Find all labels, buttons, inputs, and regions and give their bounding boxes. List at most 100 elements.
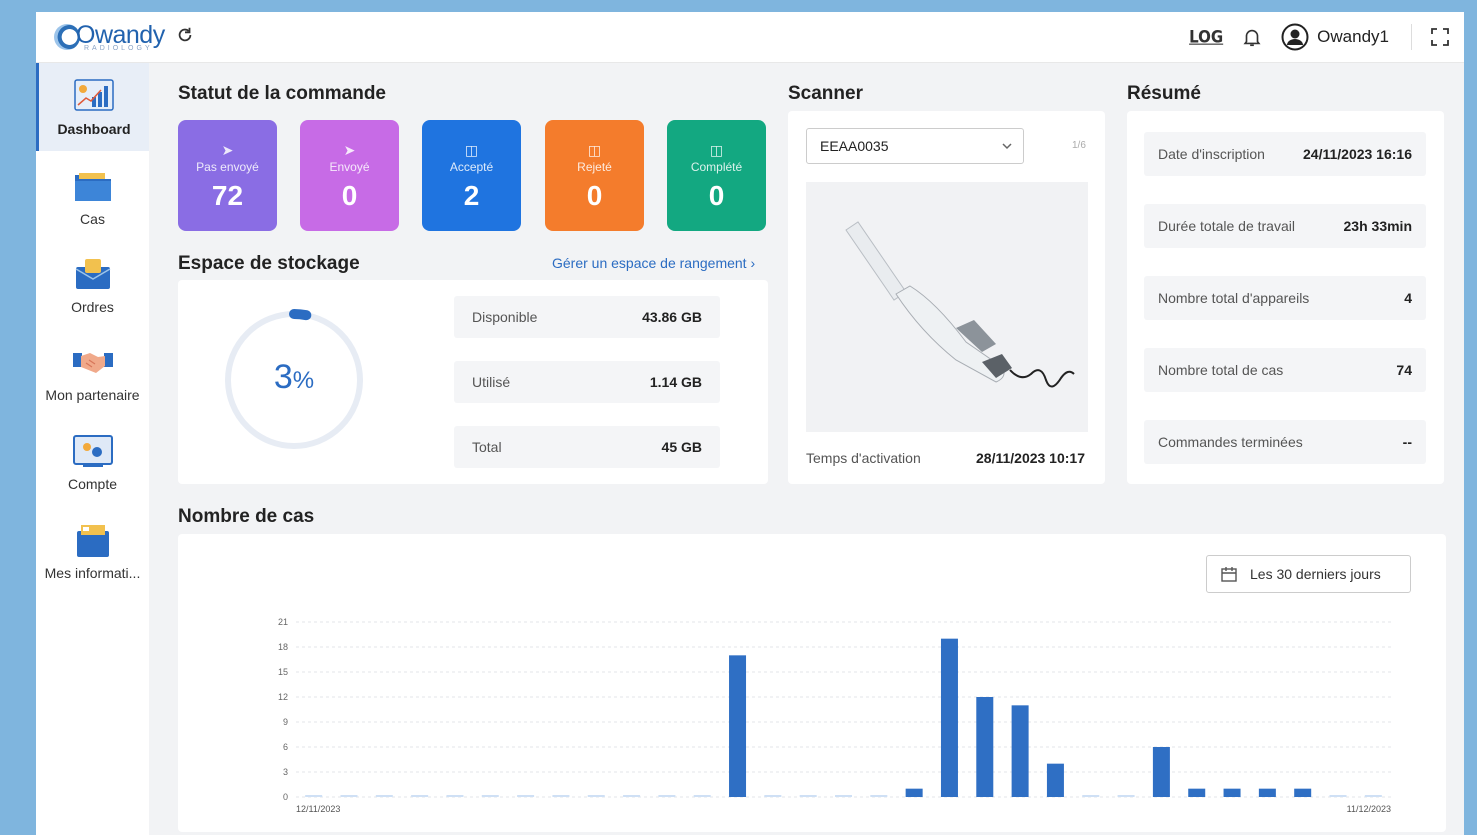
scanner-select-value: EEAA0035	[820, 138, 889, 154]
storage-row-value: 1.14 GB	[649, 374, 702, 390]
status-tile-complete[interactable]: ◫ Complété 0	[667, 120, 766, 231]
bar[interactable]	[1329, 795, 1347, 797]
y-tick-label: 9	[283, 717, 288, 727]
storage-percent-value: 3	[273, 358, 293, 396]
username[interactable]: Owandy1	[1317, 27, 1389, 47]
bar[interactable]	[799, 795, 817, 797]
storage-ring: 3%	[222, 308, 366, 452]
bar[interactable]	[1046, 763, 1064, 797]
storage-row-total: Total 45 GB	[454, 426, 720, 468]
bar[interactable]	[517, 795, 535, 797]
bar[interactable]	[623, 795, 641, 797]
status-tile-pas-envoye[interactable]: ➤ Pas envoyé 72	[178, 120, 277, 231]
status-tile-rejete[interactable]: ◫ Rejeté 0	[545, 120, 644, 231]
status-value: 0	[341, 180, 358, 211]
bar[interactable]	[1082, 795, 1100, 797]
log-icon[interactable]: LOG	[1189, 27, 1223, 47]
storage-title: Espace de stockage	[178, 253, 360, 274]
sidebar-item-label: Mon partenaire	[45, 387, 140, 403]
status-value: 2	[463, 180, 480, 211]
folder-icon	[74, 173, 111, 201]
summary-row-label: Date d'inscription	[1158, 146, 1265, 162]
fullscreen-icon[interactable]	[1430, 27, 1450, 47]
sidebar-item-label: Compte	[67, 476, 118, 492]
storage-row-label: Disponible	[472, 309, 538, 325]
inbox-icon: ◫	[464, 142, 479, 158]
sidebar-item-compte[interactable]: Compte	[36, 418, 149, 506]
storage-row-label: Total	[472, 439, 502, 455]
manage-storage-link[interactable]: Gérer un espace de rangement ›	[552, 255, 755, 271]
sidebar-item-informations[interactable]: Mes informati...	[36, 507, 149, 595]
bar[interactable]	[305, 795, 323, 797]
y-tick-label: 6	[283, 742, 288, 752]
scanner-select[interactable]: EEAA0035	[806, 128, 1024, 164]
status-value: 72	[211, 180, 244, 211]
summary-row-label: Commandes terminées	[1158, 434, 1303, 450]
account-icon	[72, 435, 113, 467]
chevron-down-icon	[1002, 143, 1012, 150]
sidebar-item-ordres[interactable]: Ordres	[36, 241, 149, 329]
y-tick-label: 12	[278, 692, 288, 702]
bar[interactable]	[976, 697, 994, 797]
summary-title: Résumé	[1127, 83, 1201, 104]
bar[interactable]	[481, 795, 499, 797]
status-label: Rejeté	[577, 160, 612, 174]
bar[interactable]	[1364, 795, 1382, 797]
bar[interactable]	[905, 788, 923, 797]
bell-icon[interactable]	[1241, 26, 1263, 48]
status-value: 0	[586, 180, 603, 211]
bar[interactable]	[1294, 788, 1312, 797]
top-bar: Owandy RADIOLOGY LOG Owandy1	[36, 12, 1464, 63]
complete-icon: ◫	[709, 142, 724, 158]
info-icon	[76, 525, 109, 557]
bar[interactable]	[1223, 788, 1241, 797]
storage-row-available: Disponible 43.86 GB	[454, 296, 720, 338]
sidebar-item-dashboard[interactable]: Dashboard	[36, 63, 149, 151]
bar[interactable]	[870, 795, 888, 797]
summary-row-value: 74	[1396, 362, 1412, 378]
bar[interactable]	[375, 795, 393, 797]
x-tick-label: 11/12/2023	[1347, 804, 1391, 814]
bar[interactable]	[446, 795, 464, 797]
status-tile-accepte[interactable]: ◫ Accepté 2	[422, 120, 521, 231]
storage-row-label: Utilisé	[472, 374, 511, 390]
bar[interactable]	[693, 795, 711, 797]
bar[interactable]	[1188, 788, 1206, 797]
sidebar-item-partenaire[interactable]: Mon partenaire	[36, 329, 149, 417]
calendar-icon	[1221, 567, 1237, 582]
bar[interactable]	[658, 795, 676, 797]
app-window: Owandy RADIOLOGY LOG Owandy1 Dashboard C…	[36, 12, 1464, 835]
bar[interactable]	[835, 795, 852, 797]
bar[interactable]	[411, 795, 429, 797]
dashboard-icon	[74, 79, 114, 111]
bar[interactable]	[1152, 747, 1170, 797]
send-icon: ➤	[221, 142, 234, 158]
status-label: Pas envoyé	[196, 160, 259, 174]
summary-row-label: Nombre total d'appareils	[1158, 290, 1310, 306]
bar[interactable]	[729, 655, 747, 797]
scanner-device-illustration	[845, 221, 1075, 388]
bar[interactable]	[764, 795, 782, 797]
refresh-icon[interactable]	[176, 26, 194, 44]
avatar-icon[interactable]	[1281, 23, 1309, 51]
bar[interactable]	[1258, 788, 1276, 797]
bar[interactable]	[940, 638, 958, 797]
bar[interactable]	[587, 795, 605, 797]
cases-bar-chart: 0 3 6 9 12 15 18 21 12/11/2023 11/12/2023	[278, 617, 1391, 814]
bar[interactable]	[1011, 705, 1029, 797]
status-tile-envoye[interactable]: ➤ Envoyé 0	[300, 120, 399, 231]
handshake-icon	[72, 353, 113, 373]
send-icon: ➤	[343, 142, 356, 158]
activation-value: 28/11/2023 10:17	[976, 450, 1085, 466]
bar[interactable]	[552, 795, 570, 797]
summary-row-label: Durée totale de travail	[1158, 218, 1295, 234]
summary-row-value: 4	[1404, 290, 1412, 306]
summary-row-label: Nombre total de cas	[1158, 362, 1284, 378]
sidebar-item-cas[interactable]: Cas	[36, 153, 149, 241]
summary-row-value: 23h 33min	[1343, 218, 1412, 234]
date-range-button[interactable]: Les 30 derniers jours	[1206, 555, 1411, 593]
orders-icon	[75, 259, 110, 289]
bar[interactable]	[340, 795, 358, 797]
summary-row: Date d'inscription 24/11/2023 16:16	[1144, 132, 1426, 176]
bar[interactable]	[1117, 795, 1135, 797]
